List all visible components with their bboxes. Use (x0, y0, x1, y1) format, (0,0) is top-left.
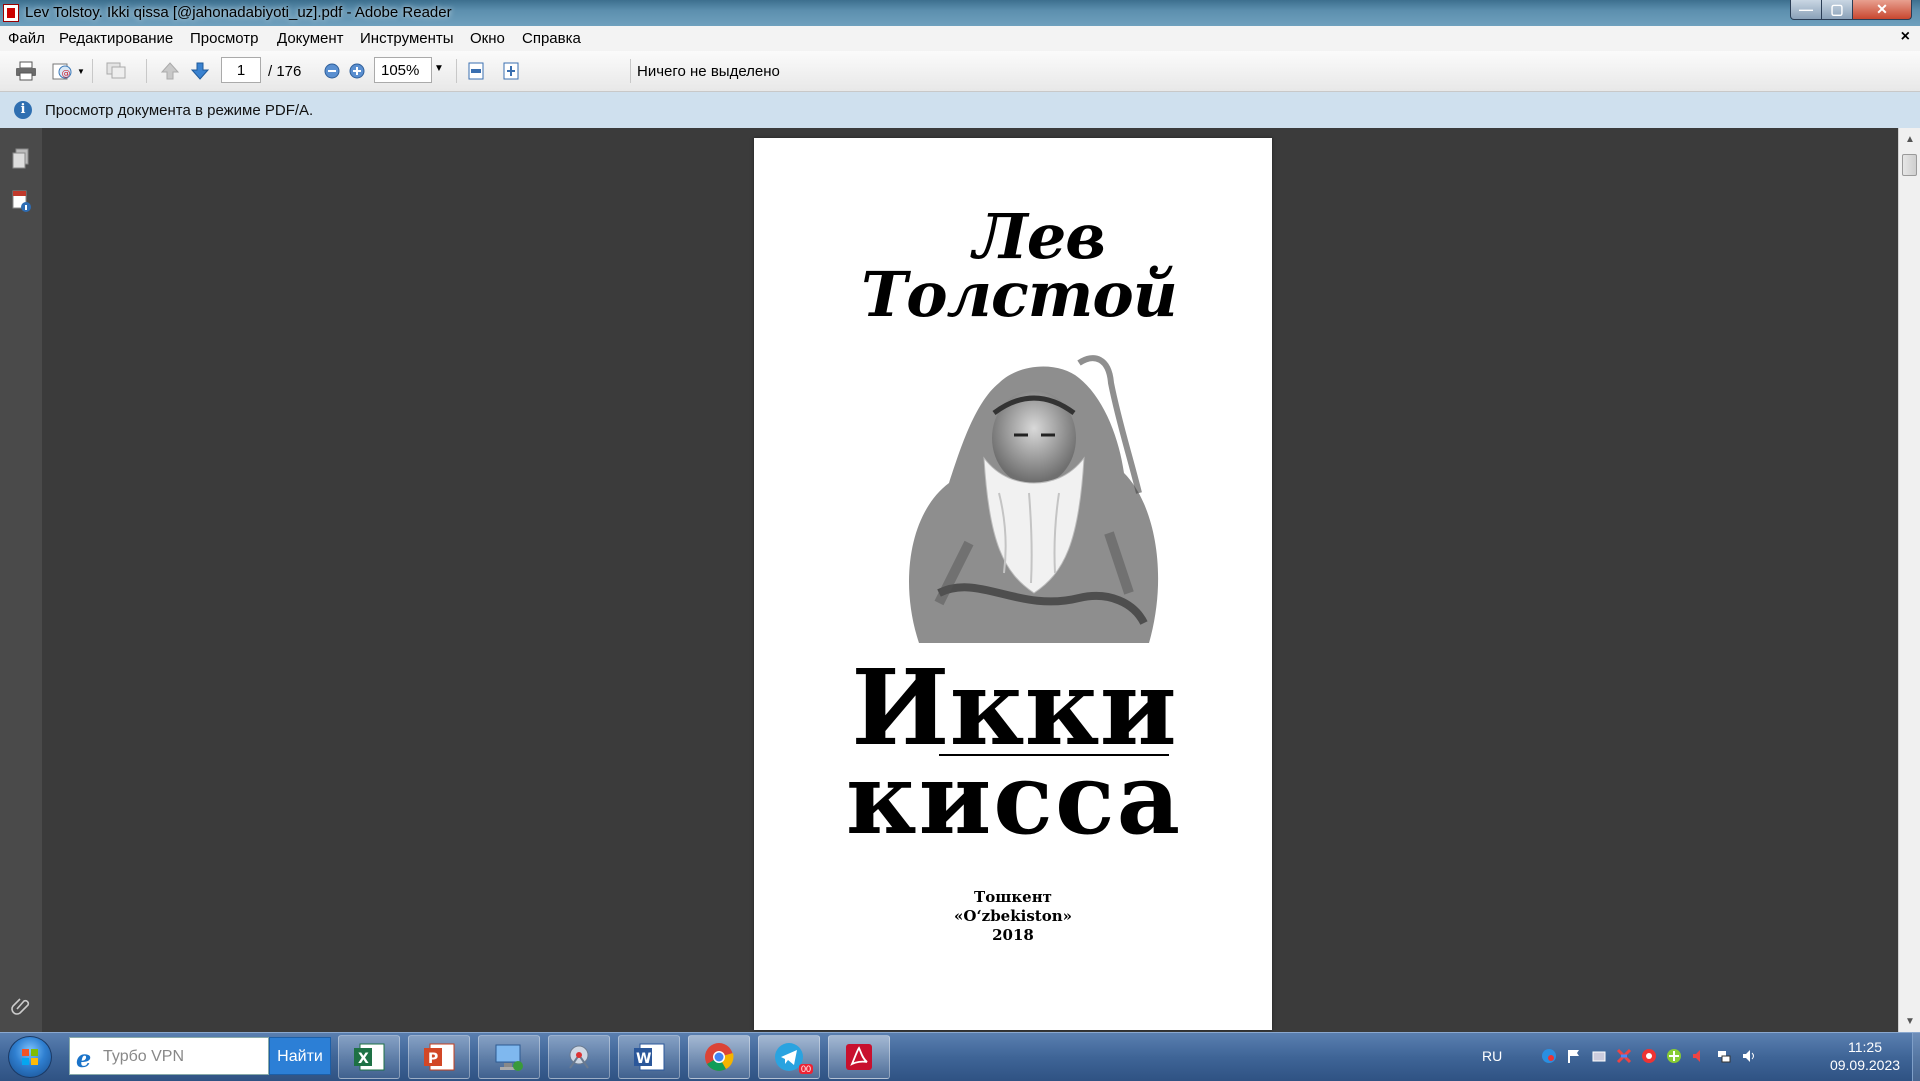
tools-tray-icon[interactable] (1615, 1047, 1633, 1065)
menu-window[interactable]: Окно (470, 30, 505, 47)
telegram-badge: 00 (798, 1064, 813, 1074)
svg-text:@: @ (62, 69, 71, 79)
menu-document[interactable]: Документ (277, 30, 344, 47)
toolbar-divider (92, 59, 93, 83)
minimize-button[interactable]: — (1790, 0, 1822, 20)
chrome-icon[interactable] (688, 1035, 750, 1079)
svg-text:P: P (428, 1051, 438, 1067)
menu-tools[interactable]: Инструменты (360, 30, 454, 47)
device-tray-icon[interactable] (1590, 1047, 1608, 1065)
plus-tray-icon[interactable] (1665, 1047, 1683, 1065)
book-title: Икки кисса (844, 656, 1184, 850)
author-last-name: Толстой (861, 258, 1178, 331)
clock-date: 09.09.2023 (1829, 1057, 1901, 1073)
paperclip-icon[interactable] (8, 993, 34, 1019)
page-total: / 176 (268, 63, 302, 80)
imprint-city: Тошкент (974, 888, 1052, 906)
toolbar-divider (146, 59, 147, 83)
telegram-icon[interactable]: 00 (758, 1035, 820, 1079)
computer-icon[interactable] (478, 1035, 540, 1079)
selection-status: Ничего не выделено (637, 63, 780, 80)
menu-view[interactable]: Просмотр (190, 30, 259, 47)
page-number-input[interactable]: 1 (221, 57, 261, 83)
svg-text:W: W (636, 1051, 651, 1067)
menu-edit[interactable]: Редактирование (59, 30, 173, 47)
taskbar-search-input[interactable]: e Турбо VPN (69, 1037, 269, 1075)
menu-help[interactable]: Справка (522, 30, 581, 47)
taskbar-clock[interactable]: 11:25 09.09.2023 (1815, 1038, 1915, 1074)
attachments-panel-icon[interactable] (8, 188, 34, 214)
scroll-up-arrow[interactable]: ▲ (1905, 134, 1915, 145)
toolbar-divider (630, 59, 631, 83)
search-button[interactable]: Найти (269, 1037, 331, 1075)
clock-time: 11:25 (1848, 1039, 1882, 1055)
powerpoint-icon[interactable]: P (408, 1035, 470, 1079)
comment-icon[interactable] (104, 59, 128, 83)
excel-icon[interactable]: X (338, 1035, 400, 1079)
zoom-out-icon[interactable] (320, 59, 344, 83)
close-button[interactable]: ✕ (1852, 0, 1912, 20)
svg-text:X: X (358, 1051, 369, 1067)
imprint: Тошкент «O‘zbekiston» 2018 (754, 888, 1272, 945)
adobe-reader-taskbar-icon[interactable] (828, 1035, 890, 1079)
print-icon[interactable] (14, 59, 38, 83)
title-line-2: кисса (845, 742, 1183, 857)
navigation-pane (0, 128, 43, 1032)
word-icon[interactable]: W (618, 1035, 680, 1079)
network-icon[interactable] (548, 1035, 610, 1079)
fit-page-icon[interactable] (464, 59, 488, 83)
document-view[interactable]: Лев Толстой Икки кисса Тошкент «O‘zbekis… (42, 128, 1898, 1032)
portrait-illustration (909, 355, 1159, 643)
pdf-page: Лев Толстой Икки кисса Тошкент «O‘zbekis… (754, 138, 1272, 1030)
zoom-dropdown-arrow[interactable]: ▼ (434, 63, 444, 74)
vertical-scrollbar[interactable]: ▲ ▼ (1898, 128, 1920, 1032)
show-desktop-button[interactable] (1912, 1033, 1920, 1081)
pages-panel-icon[interactable] (8, 146, 34, 172)
adobe-reader-icon (3, 4, 19, 22)
document-close-button[interactable]: × (1901, 28, 1910, 46)
windows-taskbar: e Турбо VPN Найти X P W 00 RU 11:25 09.0… (0, 1032, 1920, 1081)
menu-file[interactable]: Файл (8, 30, 45, 47)
fit-width-icon[interactable] (499, 59, 523, 83)
book-author: Лев Толстой (854, 206, 1184, 326)
maximize-button[interactable]: ▢ (1821, 0, 1853, 20)
window-title: Lev Tolstoy. Ikki qissa [@jahonadabiyoti… (25, 4, 452, 21)
info-message: Просмотр документа в режиме PDF/A. (45, 102, 314, 119)
network-tray-icon[interactable] (1715, 1047, 1733, 1065)
start-button[interactable] (8, 1036, 52, 1078)
windows-flag-icon (22, 1049, 38, 1065)
scroll-down-arrow[interactable]: ▼ (1905, 1016, 1915, 1027)
muted-tray-icon[interactable] (1690, 1047, 1708, 1065)
imprint-publisher: «O‘zbekiston» (954, 907, 1072, 925)
edge-tray-icon[interactable] (1540, 1047, 1558, 1065)
imprint-year: 2018 (992, 926, 1034, 944)
zoom-input[interactable]: 105% (374, 57, 432, 83)
email-icon[interactable]: @ (50, 59, 74, 83)
volume-icon[interactable] (1740, 1047, 1758, 1065)
internet-explorer-icon: e (76, 1044, 92, 1073)
pdfa-info-bar: i Просмотр документа в режиме PDF/A. (0, 92, 1920, 129)
title-bar: Lev Tolstoy. Ikki qissa [@jahonadabiyoti… (0, 0, 1920, 26)
previous-page-icon[interactable] (158, 59, 182, 83)
email-dropdown-arrow[interactable]: ▼ (77, 67, 85, 76)
scrollbar-thumb[interactable] (1902, 154, 1917, 176)
opera-tray-icon[interactable] (1640, 1047, 1658, 1065)
zoom-in-icon[interactable] (345, 59, 369, 83)
menu-bar: Файл Редактирование Просмотр Документ Ин… (0, 26, 1920, 52)
next-page-icon[interactable] (188, 59, 212, 83)
flag-tray-icon[interactable] (1565, 1047, 1583, 1065)
toolbar: @ ▼ 1 / 176 105% ▼ Ничего не выделено (0, 51, 1920, 92)
info-icon: i (14, 101, 32, 119)
toolbar-divider (456, 59, 457, 83)
language-indicator[interactable]: RU (1482, 1048, 1502, 1064)
